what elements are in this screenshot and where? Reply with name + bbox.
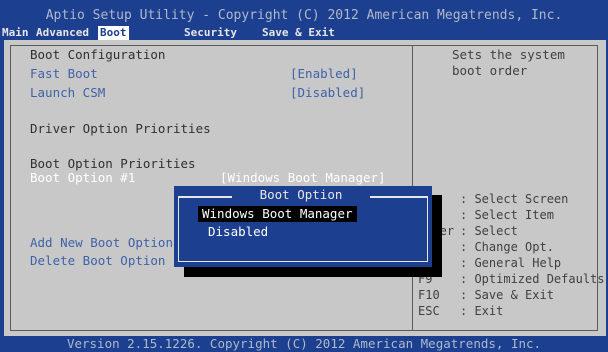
tab-save-exit[interactable]: Save & Exit xyxy=(260,26,337,40)
fast-boot-value[interactable]: [Enabled] xyxy=(290,66,358,81)
title-bar: Aptio Setup Utility - Copyright (C) 2012… xyxy=(0,0,608,40)
key-change-opt-desc: : Change Opt. xyxy=(460,240,554,254)
boot-option-popup: Boot Option Windows Boot Manager Disable… xyxy=(174,186,432,267)
help-text-line1: Sets the system xyxy=(452,47,565,62)
version-footer: Version 2.15.1226. Copyright (C) 2012 Am… xyxy=(0,336,608,352)
key-optimized-defaults-desc: : Optimized Defaults xyxy=(460,272,605,286)
boot-option-1-value[interactable]: [Windows Boot Manager] xyxy=(220,170,386,185)
boot-configuration-heading: Boot Configuration xyxy=(30,47,166,62)
key-save-exit: F10 : Save & Exit xyxy=(418,287,554,303)
key-select-screen-desc: : Select Screen xyxy=(460,192,569,206)
popup-option-windows-boot-manager[interactable]: Windows Boot Manager xyxy=(198,206,357,222)
driver-option-priorities[interactable]: Driver Option Priorities xyxy=(30,121,211,136)
help-text-line2: boot order xyxy=(452,63,528,78)
key-exit: ESC : Exit xyxy=(418,303,503,319)
popup-option-disabled[interactable]: Disabled xyxy=(204,224,272,240)
delete-boot-option[interactable]: Delete Boot Option xyxy=(30,253,165,268)
tab-advanced[interactable]: Advanced xyxy=(34,26,91,40)
key-exit-desc: : Exit xyxy=(460,304,504,318)
key-f10: F10 xyxy=(418,288,440,302)
tab-boot[interactable]: Boot xyxy=(98,26,129,40)
utility-title: Aptio Setup Utility - Copyright (C) 2012… xyxy=(45,8,563,23)
boot-option-priorities-heading: Boot Option Priorities xyxy=(30,156,196,171)
key-esc: ESC xyxy=(418,304,440,318)
key-general-help-desc: : General Help xyxy=(460,256,562,270)
key-enter-desc: : Select xyxy=(460,224,518,238)
launch-csm-label[interactable]: Launch CSM xyxy=(30,85,105,100)
add-new-boot-option[interactable]: Add New Boot Option xyxy=(30,235,173,250)
launch-csm-value[interactable]: [Disabled] xyxy=(290,85,365,100)
key-save-exit-desc: : Save & Exit xyxy=(460,288,554,302)
tab-security[interactable]: Security xyxy=(182,26,239,40)
popup-title: Boot Option xyxy=(259,187,343,202)
key-select-item-desc: : Select Item xyxy=(460,208,554,222)
boot-option-1-label[interactable]: Boot Option #1 xyxy=(30,170,135,185)
tab-main[interactable]: Main xyxy=(0,26,31,40)
fast-boot-label[interactable]: Fast Boot xyxy=(30,66,98,81)
